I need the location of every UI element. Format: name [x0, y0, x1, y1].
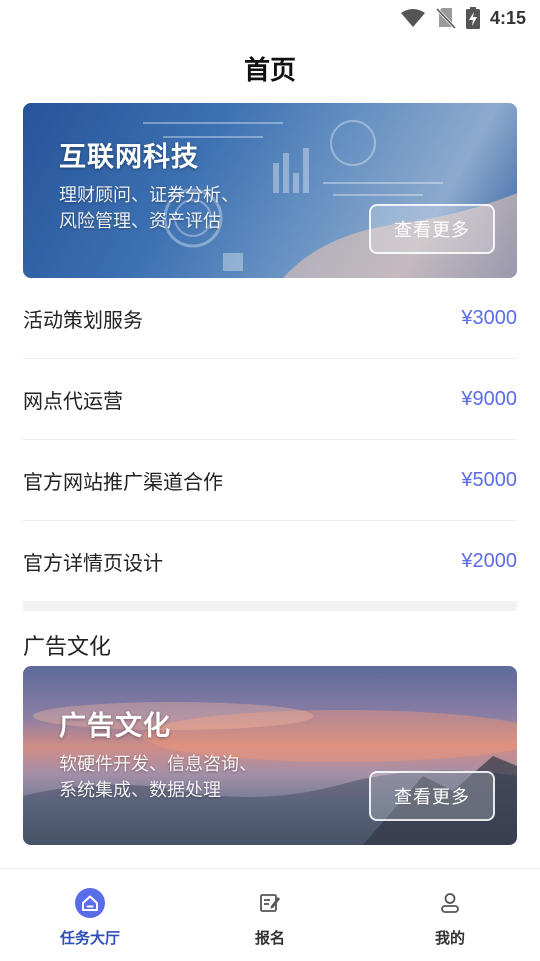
status-bar: 4:15 [0, 0, 540, 36]
banner-title: 互联网科技 [59, 142, 199, 173]
edit-icon [254, 887, 286, 919]
banner-subtitle-line1: 软硬件开发、信息咨询、 [59, 754, 257, 775]
service-name: 官方网站推广渠道合作 [23, 469, 223, 494]
list-item[interactable]: 活动策划服务 ¥3000 [23, 278, 517, 359]
clock-time: 4:15 [489, 7, 526, 28]
list-item[interactable]: 网点代运营 ¥9000 [23, 359, 517, 440]
nav-task-hall[interactable]: 任务大厅 [0, 869, 180, 961]
user-icon [434, 887, 466, 919]
banner-internet-tech[interactable]: 互联网科技 理财顾问、证券分析、 风险管理、资产评估 查看更多 [23, 103, 517, 278]
bottom-navigation: 任务大厅 报名 我的 [0, 868, 540, 961]
service-name: 活动策划服务 [23, 307, 143, 332]
service-name: 网点代运营 [23, 388, 123, 413]
page-title: 首页 [243, 56, 296, 86]
section-title: 广告文化 [23, 635, 112, 660]
section-divider [23, 601, 517, 611]
service-name: 官方详情页设计 [23, 550, 163, 575]
banner-subtitle-line2: 系统集成、数据处理 [59, 780, 221, 801]
view-more-button[interactable]: 查看更多 [369, 771, 495, 821]
service-price: ¥3000 [461, 306, 517, 329]
banner-subtitle-line2: 风险管理、资产评估 [59, 211, 221, 232]
wifi-icon [400, 8, 426, 28]
service-price: ¥5000 [461, 468, 517, 491]
banner-title: 广告文化 [59, 711, 171, 742]
service-price: ¥2000 [461, 549, 517, 572]
nav-label: 报名 [254, 929, 285, 947]
home-icon [74, 887, 106, 919]
nav-label: 任务大厅 [59, 929, 120, 947]
nav-mine[interactable]: 我的 [360, 869, 540, 961]
battery-charging-icon [465, 7, 480, 29]
service-price: ¥9000 [461, 387, 517, 410]
list-item[interactable]: 官方网站推广渠道合作 ¥5000 [23, 440, 517, 521]
banner-subtitle-line1: 理财顾问、证券分析、 [59, 185, 239, 206]
status-icons: 4:15 [400, 6, 526, 30]
service-list: 活动策划服务 ¥3000 网点代运营 ¥9000 官方网站推广渠道合作 ¥500… [23, 278, 517, 601]
nav-signup[interactable]: 报名 [180, 869, 360, 961]
list-item[interactable]: 官方详情页设计 ¥2000 [23, 521, 517, 601]
view-more-button[interactable]: 查看更多 [369, 204, 495, 254]
nav-label: 我的 [434, 929, 465, 947]
banner-ad-culture[interactable]: 广告文化 软硬件开发、信息咨询、 系统集成、数据处理 查看更多 [23, 666, 517, 845]
no-sim-icon [435, 7, 456, 29]
